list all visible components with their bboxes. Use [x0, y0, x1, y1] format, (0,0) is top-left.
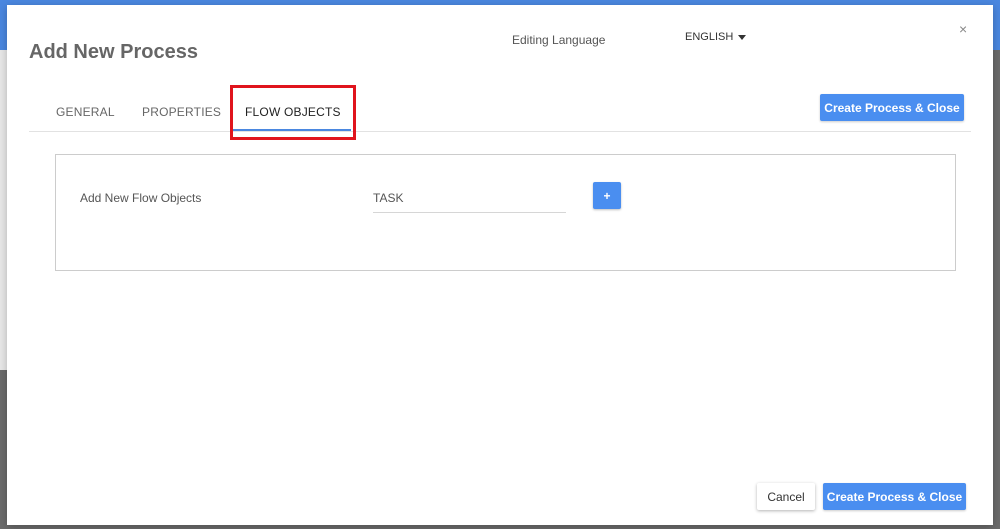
language-dropdown[interactable]: ENGLISH	[685, 31, 747, 43]
plus-icon: +	[603, 188, 611, 203]
create-process-close-button-top[interactable]: Create Process & Close	[820, 94, 964, 121]
create-process-close-button-bottom[interactable]: Create Process & Close	[823, 483, 966, 510]
flow-objects-panel: Add New Flow Objects +	[55, 154, 956, 271]
tab-general[interactable]: GENERAL	[56, 105, 115, 119]
cancel-button[interactable]: Cancel	[757, 483, 815, 510]
add-flow-object-button[interactable]: +	[593, 182, 621, 209]
tab-properties[interactable]: PROPERTIES	[142, 105, 221, 119]
editing-language-label: Editing Language	[512, 33, 606, 47]
dialog-title: Add New Process	[29, 41, 198, 63]
close-icon[interactable]: ×	[959, 22, 967, 36]
tab-flow-objects[interactable]: FLOW OBJECTS	[245, 105, 341, 119]
active-tab-indicator	[233, 129, 351, 131]
backdrop-sidebar	[0, 50, 7, 370]
add-flow-objects-label: Add New Flow Objects	[80, 191, 202, 205]
flow-object-type-field[interactable]	[373, 184, 566, 213]
caret-down-icon	[738, 34, 747, 40]
add-process-dialog: Add New Process Editing Language ENGLISH…	[7, 5, 993, 525]
language-selected-value: ENGLISH	[685, 31, 734, 43]
